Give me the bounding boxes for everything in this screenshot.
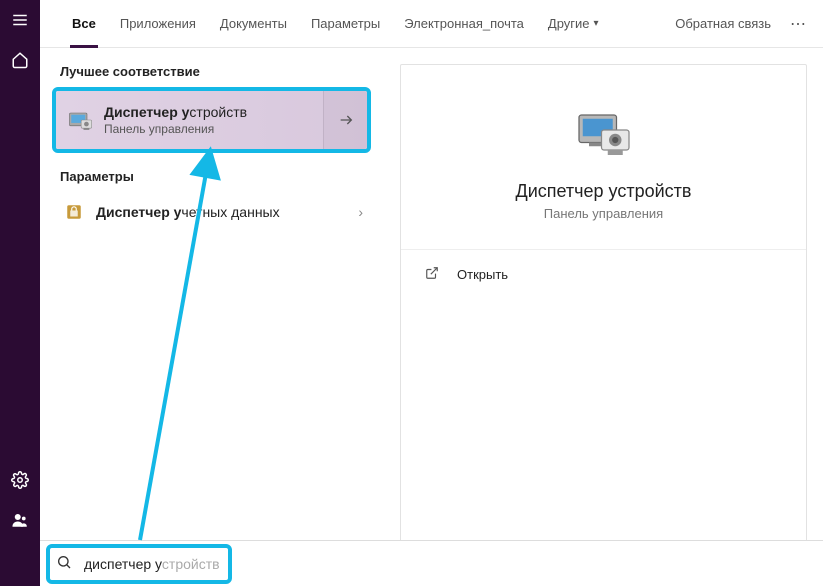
best-match-subtitle: Панель управления: [104, 122, 323, 136]
settings-button[interactable]: [0, 460, 40, 500]
home-button[interactable]: [0, 40, 40, 80]
device-manager-large-icon: [574, 105, 634, 165]
detail-column: Диспетчер устройств Панель управления От…: [384, 48, 823, 586]
tab-apps[interactable]: Приложения: [108, 0, 208, 48]
tab-other[interactable]: Другие▾: [536, 0, 611, 48]
credential-manager-icon: [60, 202, 88, 222]
best-match-result[interactable]: Диспетчер устройств Панель управления: [52, 87, 371, 153]
main-panel: Все Приложения Документы Параметры Элект…: [40, 0, 823, 586]
results-column: Лучшее соответствие Диспетчер устройств …: [40, 48, 384, 586]
open-label: Открыть: [457, 267, 508, 282]
open-action[interactable]: Открыть: [401, 250, 806, 299]
settings-section-header: Параметры: [40, 153, 383, 192]
result-title: Диспетчер учетных данных: [96, 204, 358, 220]
search-filter-tabs: Все Приложения Документы Параметры Элект…: [40, 0, 823, 48]
best-match-title: Диспетчер устройств: [104, 104, 323, 120]
detail-title: Диспетчер устройств: [516, 181, 692, 202]
search-input[interactable]: диспетчер устройств: [84, 556, 807, 572]
device-manager-icon: [56, 91, 104, 149]
chevron-right-icon: ›: [358, 204, 363, 220]
search-bar[interactable]: диспетчер устройств: [40, 540, 823, 586]
tab-email[interactable]: Электронная_почта: [392, 0, 536, 48]
tab-documents[interactable]: Документы: [208, 0, 299, 48]
detail-card: Диспетчер устройств Панель управления От…: [400, 64, 807, 564]
sidebar: [0, 0, 40, 586]
open-external-icon: [425, 266, 445, 283]
tab-all[interactable]: Все: [60, 0, 108, 48]
detail-subtitle: Панель управления: [544, 206, 663, 221]
more-options-button[interactable]: ⋯: [783, 14, 815, 34]
hamburger-menu-button[interactable]: [0, 0, 40, 40]
content-area: Лучшее соответствие Диспетчер устройств …: [40, 48, 823, 586]
chevron-down-icon: ▾: [594, 18, 599, 29]
expand-arrow-button[interactable]: [323, 91, 367, 149]
search-icon: [56, 554, 72, 573]
account-button[interactable]: [0, 500, 40, 540]
tab-settings[interactable]: Параметры: [299, 0, 392, 48]
result-credential-manager[interactable]: Диспетчер учетных данных ›: [40, 192, 383, 232]
best-match-header: Лучшее соответствие: [40, 48, 383, 87]
feedback-link[interactable]: Обратная связь: [663, 16, 783, 31]
